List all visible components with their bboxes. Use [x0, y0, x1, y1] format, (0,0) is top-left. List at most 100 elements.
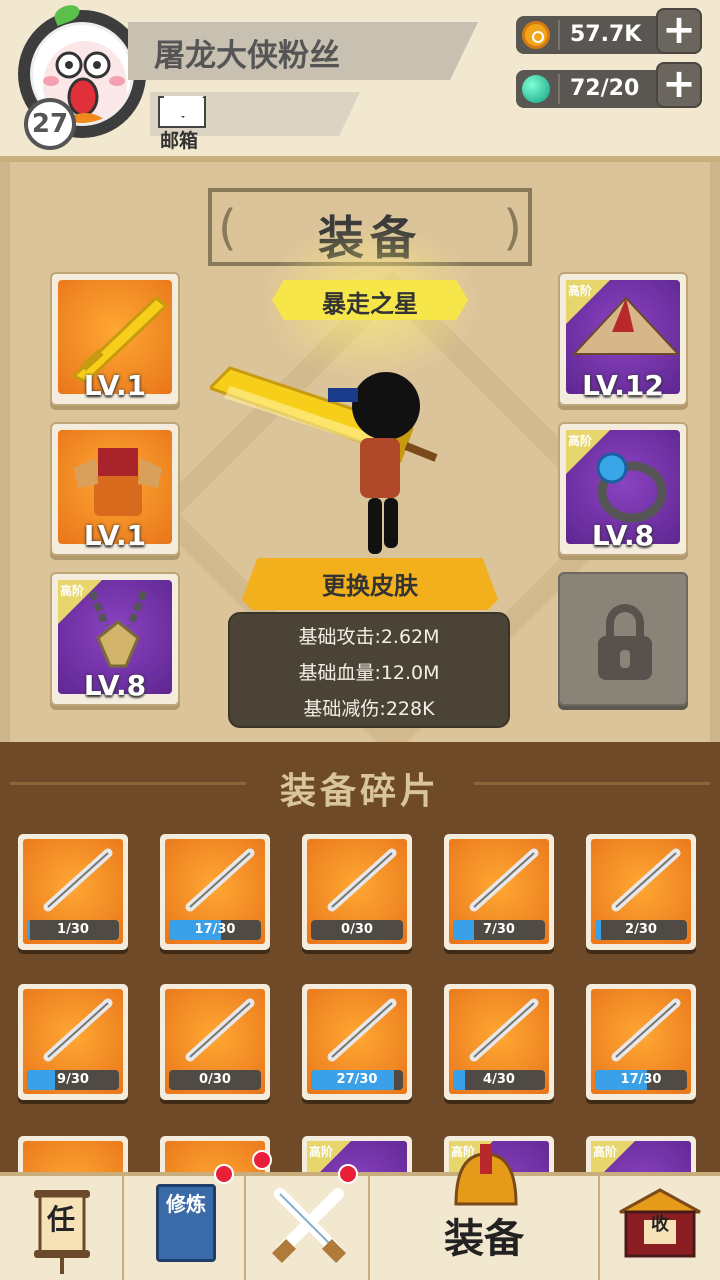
divider: [558, 74, 560, 104]
mail-label[interactable]: 邮箱: [160, 126, 198, 153]
fragment-progress-bar: 17/30: [595, 1070, 687, 1090]
fragment-card-helmet[interactable]: 0/30: [160, 984, 270, 1100]
nav-task-label: 任: [46, 1203, 75, 1236]
helmet-icon: [185, 998, 255, 1062]
amulet-icon: [88, 590, 148, 668]
skin-name: 暴走之星: [322, 290, 418, 318]
add-coins-button[interactable]: +: [656, 8, 702, 54]
fragment-card-spear[interactable]: 7/30: [444, 834, 554, 950]
fragment-count: 4/30: [483, 1072, 515, 1087]
hat-level: LV.12: [582, 369, 664, 402]
fragment-count: 2/30: [625, 922, 657, 937]
stat-hp: 基础血量:12.0M: [298, 662, 440, 684]
helmet-icon: [454, 1144, 518, 1206]
fragment-card-straw-hat[interactable]: 27/30: [302, 984, 412, 1100]
base-stats-box: 基础攻击:2.62M 基础血量:12.0M 基础减伤:228K: [228, 612, 510, 728]
nav-battle[interactable]: [246, 1164, 370, 1280]
stat-attack: 基础攻击:2.62M: [298, 626, 440, 648]
ring-level: LV.8: [591, 519, 655, 552]
change-skin-label: 更换皮肤: [322, 572, 418, 600]
player-level-badge: 27: [24, 98, 76, 150]
fragment-progress-bar: 9/30: [27, 1070, 119, 1090]
fragment-progress-bar: 0/30: [169, 1070, 261, 1090]
gem-icon: [522, 75, 550, 103]
weapon-level: LV.1: [83, 369, 147, 402]
player-name: 屠龙大侠粉丝: [154, 38, 340, 74]
nav-train-label: 修炼: [166, 1192, 206, 1216]
armor-level: LV.1: [83, 519, 147, 552]
equip-slot-weapon[interactable]: LV.1: [50, 272, 180, 406]
fragment-count: 7/30: [483, 922, 515, 937]
long-sword-icon: [43, 998, 113, 1062]
nav-collect-label: 收: [651, 1214, 669, 1235]
fragment-progress-bar: 27/30: [311, 1070, 403, 1090]
locked-slot[interactable]: [558, 572, 688, 706]
fragment-progress-bar: 1/30: [27, 920, 119, 940]
fragment-card-scissors[interactable]: 0/30: [302, 834, 412, 950]
rank-label: 高阶: [309, 1145, 334, 1159]
notification-dot: [214, 1164, 234, 1184]
coin-counter: 57.7K +: [516, 8, 702, 54]
equip-slot-armor[interactable]: LV.1: [50, 422, 180, 556]
fragment-card-staff[interactable]: 17/30: [160, 834, 270, 950]
skin-name-banner: 暴走之星: [272, 280, 468, 320]
fragment-count: 17/30: [620, 1072, 662, 1087]
coin-icon: [522, 21, 550, 49]
fragment-count: 1/30: [57, 922, 89, 937]
fragment-rarity-bg: 9/30: [23, 989, 123, 1094]
fragment-rarity-bg: 2/30: [591, 839, 691, 944]
player-name-bar: 屠龙大侠粉丝: [128, 22, 478, 80]
fragment-count: 9/30: [57, 1072, 89, 1087]
fragment-progress-bar: 4/30: [453, 1070, 545, 1090]
add-energy-button[interactable]: +: [656, 62, 702, 108]
armor-icon: [74, 448, 162, 516]
fragment-card-long-sword[interactable]: 9/30: [18, 984, 128, 1100]
spear-icon: [469, 848, 539, 912]
equip-slot-amulet[interactable]: 高阶 LV.8: [50, 572, 180, 706]
bottom-nav: 任 修炼 装备 收: [0, 1144, 720, 1280]
straw-hat-icon: [572, 296, 680, 355]
mail-icon[interactable]: [158, 96, 206, 128]
coin-value: 57.7K: [570, 22, 642, 47]
fragment-count: 27/30: [336, 1072, 378, 1087]
fragment-count: 17/30: [194, 922, 236, 937]
fragment-count: 0/30: [341, 922, 373, 937]
nav-equip[interactable]: 装备: [370, 1144, 600, 1280]
fragment-rarity-bg: 17/30: [591, 989, 691, 1094]
fragment-card-key[interactable]: 4/30: [444, 984, 554, 1100]
rank-label: 高阶: [593, 1145, 618, 1159]
nav-task[interactable]: 任: [0, 1176, 124, 1280]
equipment-panel: 装备 暴走之星 LV.1: [0, 162, 720, 742]
key-icon: [469, 998, 539, 1062]
fragment-rarity-bg: 7/30: [449, 839, 549, 944]
notification-dot: [252, 1150, 272, 1170]
crossed-swords-icon: [271, 1188, 347, 1264]
fragment-card-mace[interactable]: 2/30: [586, 834, 696, 950]
nav-train[interactable]: 修炼: [124, 1164, 246, 1280]
equip-slot-hat[interactable]: 高阶 LV.12: [558, 272, 688, 406]
equip-slot-ring[interactable]: 高阶 LV.8: [558, 422, 688, 556]
fragment-rarity-bg: 17/30: [165, 839, 265, 944]
nav-equip-label: 装备: [444, 1216, 524, 1262]
broadsword-icon: [43, 848, 113, 912]
fragment-progress-bar: 2/30: [595, 920, 687, 940]
change-skin-button[interactable]: 更换皮肤: [242, 558, 498, 610]
top-bar: 27 屠龙大侠粉丝 邮箱 57.7K + 72/20 +: [0, 0, 720, 162]
fragment-card-armor[interactable]: 17/30: [586, 984, 696, 1100]
fragment-rarity-bg: 4/30: [449, 989, 549, 1094]
fragment-count: 0/30: [199, 1072, 231, 1087]
fragment-rarity-bg: 27/30: [307, 989, 407, 1094]
fragment-card-broadsword[interactable]: 1/30: [18, 834, 128, 950]
divider: [558, 20, 560, 50]
armor-icon: [611, 998, 681, 1062]
notification-dot: [338, 1164, 358, 1184]
staff-icon: [185, 848, 255, 912]
amulet-level: LV.8: [83, 669, 147, 702]
fragment-progress-bar: 7/30: [453, 920, 545, 940]
straw-hat-icon: [327, 998, 397, 1062]
avatar[interactable]: 27: [18, 2, 146, 150]
lock-keyhole: [620, 650, 630, 668]
character-figure[interactable]: [210, 358, 450, 558]
fragment-rarity-bg: 0/30: [165, 989, 265, 1094]
nav-collect[interactable]: 收: [600, 1176, 720, 1280]
